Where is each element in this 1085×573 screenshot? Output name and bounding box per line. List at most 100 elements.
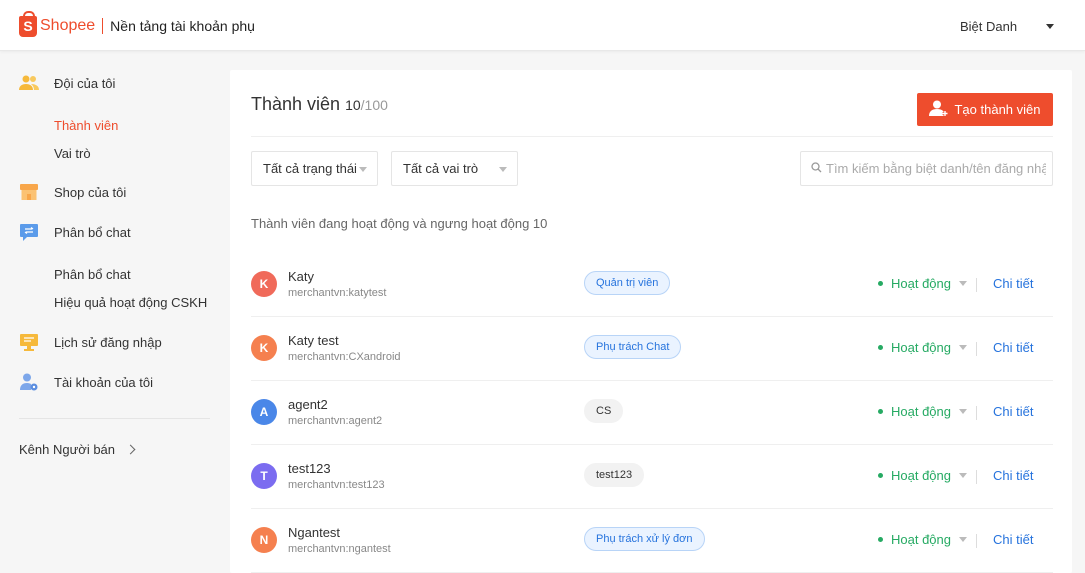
member-name: Ngantest — [288, 525, 341, 540]
members-heading: Thành viên 10/100 — [251, 94, 388, 115]
status-label: Hoạt động — [891, 532, 951, 547]
avatar: K — [251, 335, 277, 361]
status-dropdown[interactable]: Hoạt động — [878, 276, 967, 291]
sidebar-item-team[interactable]: Đội của tôi — [19, 74, 115, 92]
avatar: K — [251, 271, 277, 297]
sidebar-item-roles[interactable]: Vai trò — [54, 146, 91, 161]
sidebar-item-chat[interactable]: Phân bổ chat — [19, 223, 131, 241]
chevron-down-icon[interactable] — [1046, 24, 1054, 29]
role-filter-value: Tất cả vai trò — [403, 161, 479, 176]
create-member-label: Tạo thành viên — [954, 102, 1041, 117]
status-dot-icon — [878, 537, 883, 542]
table-row: N Ngantest merchantvn:ngantest Phụ trách… — [251, 509, 1053, 573]
action-divider — [976, 406, 977, 420]
users-icon — [19, 74, 39, 92]
member-name: Katy test — [288, 333, 339, 348]
caret-down-icon — [359, 167, 367, 172]
status-dot-icon — [878, 281, 883, 286]
table-row: A agent2 merchantvn:agent2 CS Hoạt động … — [251, 381, 1053, 445]
monitor-icon — [19, 333, 39, 351]
status-label: Hoạt động — [891, 468, 951, 483]
action-divider — [976, 534, 977, 548]
status-filter-select[interactable]: Tất cả trạng thái — [251, 151, 378, 186]
status-label: Hoạt động — [891, 340, 951, 355]
nickname-menu[interactable]: Biệt Danh — [960, 19, 1017, 34]
status-dropdown[interactable]: Hoạt động — [878, 404, 967, 419]
chevron-right-icon — [125, 444, 136, 455]
member-login: merchantvn:katytest — [288, 287, 387, 299]
sidebar-label-my-account: Tài khoản của tôi — [54, 374, 154, 390]
status-dot-icon — [878, 409, 883, 414]
role-badge: test123 — [584, 463, 645, 487]
detail-link[interactable]: Chi tiết — [993, 404, 1033, 419]
member-name: agent2 — [288, 397, 328, 412]
sidebar-label-chat: Phân bổ chat — [54, 224, 131, 240]
status-dropdown[interactable]: Hoạt động — [878, 340, 967, 355]
avatar: T — [251, 463, 277, 489]
sidebar-item-my-account[interactable]: Tài khoản của tôi — [19, 373, 153, 391]
search-box[interactable] — [800, 151, 1053, 186]
table-row: K Katy test merchantvn:CXandroid Phụ trá… — [251, 317, 1053, 381]
chat-icon — [19, 223, 39, 241]
action-divider — [976, 342, 977, 356]
detail-link[interactable]: Chi tiết — [993, 532, 1033, 547]
sidebar-item-login-history[interactable]: Lịch sử đăng nhập — [19, 333, 162, 351]
table-row: T test123 merchantvn:test123 test123 Hoạ… — [251, 445, 1053, 509]
sidebar-item-chat-allocation[interactable]: Phân bổ chat — [54, 267, 131, 282]
action-divider — [976, 470, 977, 484]
caret-down-icon — [499, 167, 507, 172]
sidebar: Đội của tôi Thành viên Vai trò Shop của … — [0, 52, 230, 573]
sidebar-divider — [19, 418, 210, 419]
search-icon — [811, 161, 822, 176]
table-row: K Katy merchantvn:katytest Quản trị viên… — [251, 253, 1053, 317]
member-name: test123 — [288, 461, 331, 476]
role-badge: Phụ trách Chat — [584, 335, 682, 359]
shopee-logo[interactable]: S Shopee Nền tảng tài khoản phụ — [19, 10, 255, 39]
heading-label: Thành viên — [251, 94, 341, 114]
sidebar-label-shop: Shop của tôi — [54, 184, 127, 200]
members-summary: Thành viên đang hoạt động và ngưng hoạt … — [251, 216, 548, 231]
member-max: /100 — [360, 97, 388, 113]
caret-down-icon — [959, 281, 967, 286]
sidebar-item-shop[interactable]: Shop của tôi — [19, 183, 126, 201]
role-filter-select[interactable]: Tất cả vai trò — [391, 151, 518, 186]
status-label: Hoạt động — [891, 404, 951, 419]
member-login: merchantvn:agent2 — [288, 415, 383, 427]
status-dot-icon — [878, 473, 883, 478]
role-badge: CS — [584, 399, 624, 423]
page-title: Nền tảng tài khoản phụ — [110, 18, 255, 34]
caret-down-icon — [959, 409, 967, 414]
member-login: merchantvn:test123 — [288, 479, 385, 491]
action-divider — [976, 278, 977, 292]
detail-link[interactable]: Chi tiết — [993, 276, 1033, 291]
shopee-bag-icon: S — [19, 10, 37, 37]
search-input[interactable] — [826, 161, 1046, 176]
status-dot-icon — [878, 345, 883, 350]
member-login: merchantvn:CXandroid — [288, 351, 401, 363]
sidebar-label-team: Đội của tôi — [54, 75, 116, 91]
sidebar-item-cs-performance[interactable]: Hiệu quả hoạt động CSKH — [54, 295, 207, 310]
role-badge: Phụ trách xử lý đơn — [584, 527, 705, 551]
caret-down-icon — [959, 537, 967, 542]
detail-link[interactable]: Chi tiết — [993, 340, 1033, 355]
seller-channel-link[interactable]: Kênh Người bán — [19, 442, 136, 457]
header-divider — [251, 136, 1053, 137]
status-dropdown[interactable]: Hoạt động — [878, 468, 967, 483]
member-count: 10 — [345, 97, 361, 113]
avatar: A — [251, 399, 277, 425]
status-dropdown[interactable]: Hoạt động — [878, 532, 967, 547]
caret-down-icon — [959, 473, 967, 478]
top-header: S Shopee Nền tảng tài khoản phụ Biệt Dan… — [0, 0, 1085, 51]
brand-divider — [102, 18, 104, 34]
detail-link[interactable]: Chi tiết — [993, 468, 1033, 483]
seller-channel-label: Kênh Người bán — [19, 442, 116, 457]
create-member-button[interactable]: Tạo thành viên — [917, 93, 1053, 126]
status-filter-value: Tất cả trạng thái — [263, 161, 357, 176]
members-panel: Thành viên 10/100 Tạo thành viên Tất cả … — [230, 70, 1072, 573]
user-settings-icon — [19, 373, 39, 391]
avatar: N — [251, 527, 277, 553]
status-label: Hoạt động — [891, 276, 951, 291]
sidebar-item-members[interactable]: Thành viên — [54, 118, 118, 133]
role-badge: Quản trị viên — [584, 271, 671, 295]
sidebar-label-login-history: Lịch sử đăng nhập — [54, 334, 162, 350]
